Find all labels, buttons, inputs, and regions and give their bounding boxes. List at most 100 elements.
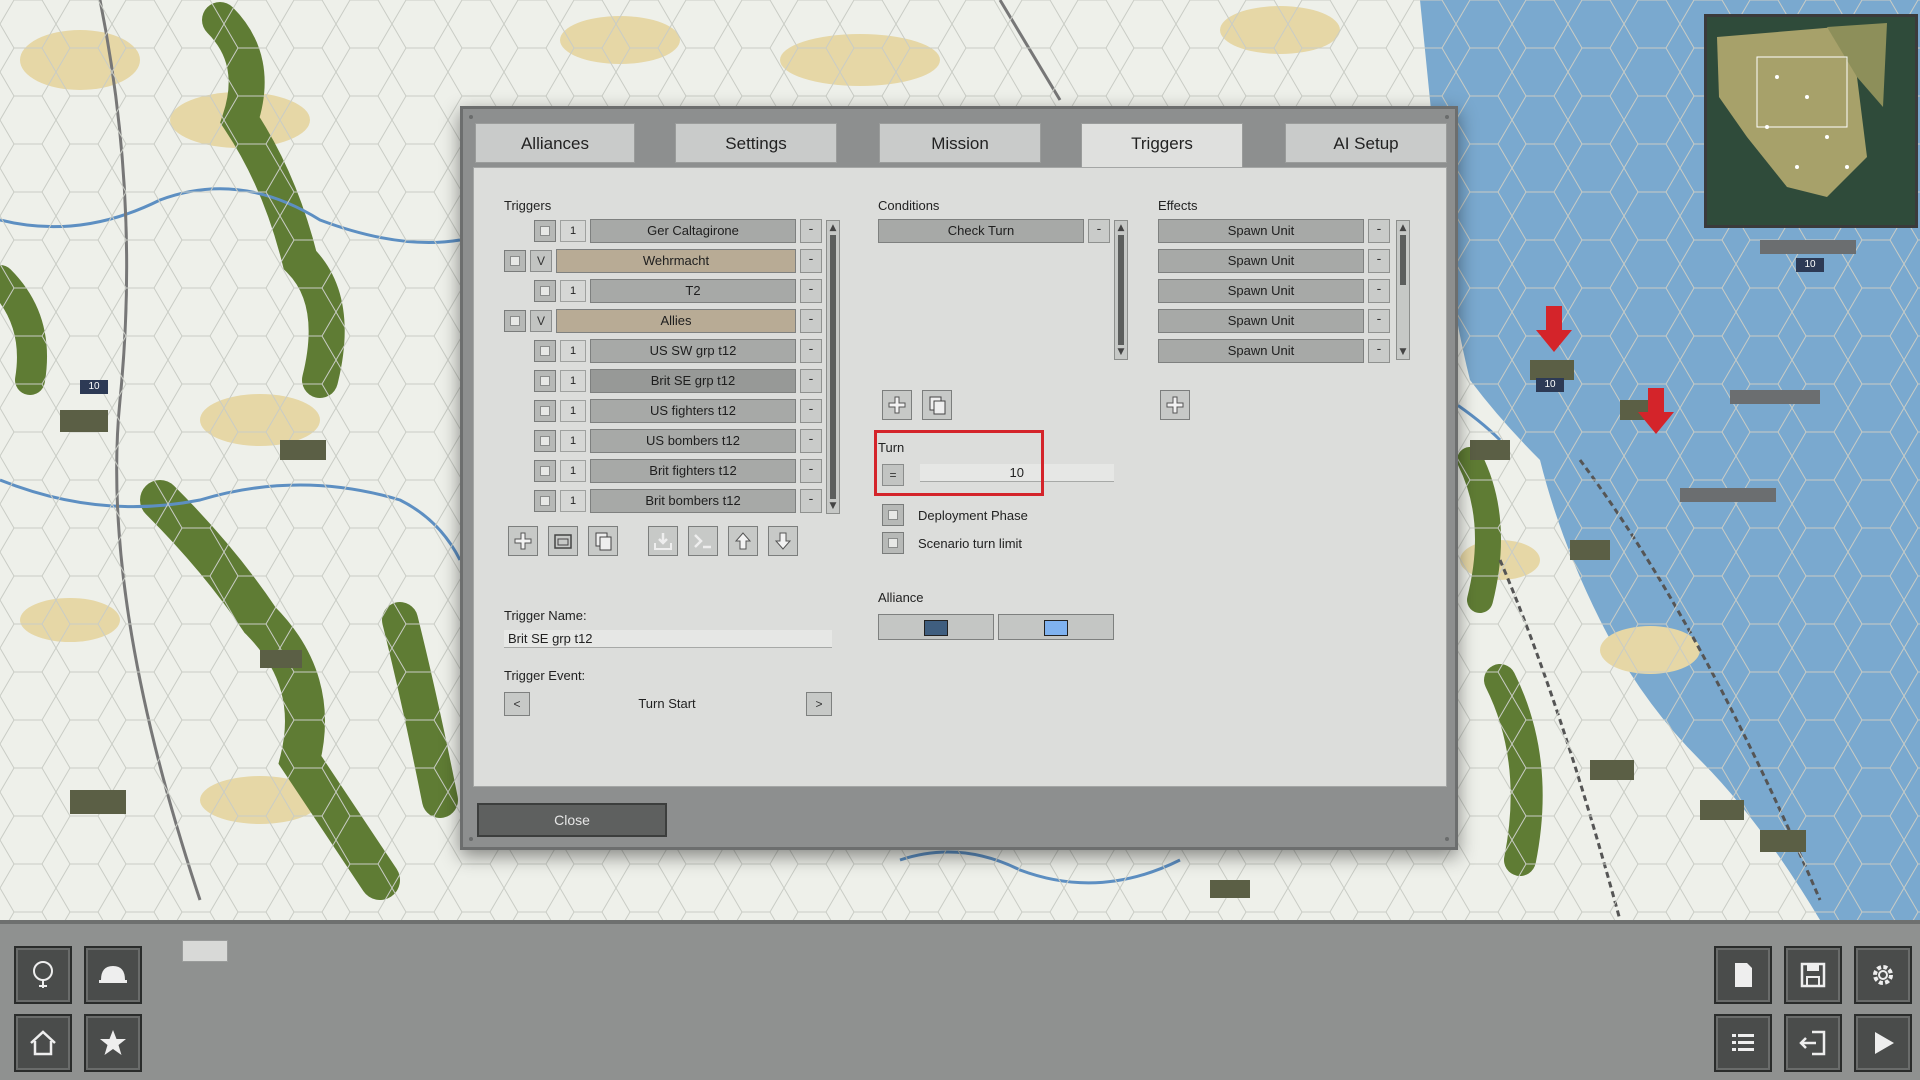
remove-trigger-button[interactable]: -	[800, 279, 822, 303]
copy-icon	[595, 532, 612, 551]
group-checkbox[interactable]	[504, 310, 526, 332]
minimap[interactable]	[1704, 14, 1918, 228]
trigger-name-button[interactable]: T2	[590, 279, 796, 303]
trigger-checkbox[interactable]	[534, 280, 556, 302]
rivet	[1445, 115, 1449, 119]
list-button[interactable]	[1714, 1014, 1772, 1072]
exit-button[interactable]	[1784, 1014, 1842, 1072]
save-button[interactable]	[1784, 946, 1842, 1004]
trigger-name-button[interactable]: Ger Caltagirone	[590, 219, 796, 243]
effect-spawn-unit[interactable]: Spawn Unit	[1158, 309, 1364, 333]
condition-check-turn[interactable]: Check Turn	[878, 219, 1084, 243]
trigger-group-name[interactable]: Wehrmacht	[556, 249, 796, 273]
scroll-thumb[interactable]	[1400, 235, 1406, 285]
trigger-checkbox[interactable]	[534, 340, 556, 362]
terrain-button[interactable]	[14, 946, 72, 1004]
effect-spawn-unit[interactable]: Spawn Unit	[1158, 249, 1364, 273]
trigger-name-button[interactable]: Brit SE grp t12	[590, 369, 796, 393]
add-trigger-button[interactable]	[508, 526, 538, 556]
trigger-name-button[interactable]: US bombers t12	[590, 429, 796, 453]
trigger-folder-button[interactable]	[548, 526, 578, 556]
tab-mission[interactable]: Mission	[879, 123, 1041, 163]
trigger-list-scrollbar[interactable]: ▲ ▼	[826, 220, 840, 514]
remove-trigger-button[interactable]: -	[800, 429, 822, 453]
deployment-phase-checkbox[interactable]	[882, 504, 904, 526]
trigger-event-next-button[interactable]: >	[806, 692, 832, 716]
conditions-scrollbar[interactable]: ▲ ▼	[1114, 220, 1128, 360]
scroll-down-icon[interactable]: ▼	[828, 501, 838, 511]
trigger-name-button[interactable]: Brit bombers t12	[590, 489, 796, 513]
notes-button[interactable]	[1714, 946, 1772, 1004]
home-button[interactable]	[14, 1014, 72, 1072]
scroll-up-icon[interactable]: ▲	[1116, 223, 1126, 233]
rivet	[469, 837, 473, 841]
objectives-button[interactable]	[84, 1014, 142, 1072]
remove-trigger-button[interactable]: -	[800, 219, 822, 243]
trigger-name-button[interactable]: US SW grp t12	[590, 339, 796, 363]
list-icon	[1732, 1034, 1754, 1051]
trigger-count: 1	[560, 220, 586, 242]
group-expand-button[interactable]: V	[530, 310, 552, 332]
trigger-checkbox[interactable]	[534, 490, 556, 512]
remove-trigger-button[interactable]: -	[800, 339, 822, 363]
remove-trigger-button[interactable]: -	[800, 399, 822, 423]
trigger-checkbox[interactable]	[534, 220, 556, 242]
trigger-checkbox[interactable]	[534, 430, 556, 452]
trigger-checkbox[interactable]	[534, 460, 556, 482]
scroll-thumb[interactable]	[830, 235, 836, 499]
bottom-toolbar	[0, 920, 1920, 1080]
trigger-checkbox[interactable]	[534, 400, 556, 422]
remove-trigger-button[interactable]: -	[800, 489, 822, 513]
tab-settings[interactable]: Settings	[675, 123, 837, 163]
scroll-up-icon[interactable]: ▲	[828, 223, 838, 233]
units-button[interactable]	[84, 946, 142, 1004]
add-effect-button[interactable]	[1160, 390, 1190, 420]
scenario-turn-limit-checkbox[interactable]	[882, 532, 904, 554]
remove-trigger-button[interactable]: -	[800, 369, 822, 393]
remove-effect-button[interactable]: -	[1368, 279, 1390, 303]
trigger-name-button[interactable]: US fighters t12	[590, 399, 796, 423]
add-condition-button[interactable]	[882, 390, 912, 420]
unit-strength-badge: 10	[80, 380, 108, 394]
remove-effect-button[interactable]: -	[1368, 249, 1390, 273]
effects-scrollbar[interactable]: ▲ ▼	[1396, 220, 1410, 360]
settings-button[interactable]	[1854, 946, 1912, 1004]
tab-alliances[interactable]: Alliances	[475, 123, 635, 163]
end-turn-button[interactable]	[1854, 1014, 1912, 1072]
group-expand-button[interactable]: V	[530, 250, 552, 272]
scroll-thumb[interactable]	[1118, 235, 1124, 345]
remove-trigger-button[interactable]: -	[800, 309, 822, 333]
alliance-allies-button[interactable]	[998, 614, 1114, 640]
trigger-name-field[interactable]: Brit SE grp t12	[504, 630, 832, 648]
group-checkbox[interactable]	[504, 250, 526, 272]
close-button[interactable]: Close	[477, 803, 667, 837]
move-up-button[interactable]	[728, 526, 758, 556]
import-trigger-button[interactable]	[648, 526, 678, 556]
remove-effect-button[interactable]: -	[1368, 219, 1390, 243]
effect-spawn-unit[interactable]: Spawn Unit	[1158, 219, 1364, 243]
trigger-count: 1	[560, 340, 586, 362]
scroll-down-icon[interactable]: ▼	[1398, 347, 1408, 357]
scroll-up-icon[interactable]: ▲	[1398, 223, 1408, 233]
alliance-axis-button[interactable]	[878, 614, 994, 640]
trigger-group-name[interactable]: Allies	[556, 309, 796, 333]
copy-condition-button[interactable]	[922, 390, 952, 420]
copy-trigger-button[interactable]	[588, 526, 618, 556]
trigger-event-value: Turn Start	[638, 696, 696, 711]
scroll-down-icon[interactable]: ▼	[1116, 347, 1126, 357]
remove-effect-button[interactable]: -	[1368, 339, 1390, 363]
trigger-name-button[interactable]: Brit fighters t12	[590, 459, 796, 483]
remove-condition-button[interactable]: -	[1088, 219, 1110, 243]
trigger-event-prev-button[interactable]: <	[504, 692, 530, 716]
remove-trigger-button[interactable]: -	[800, 459, 822, 483]
remove-effect-button[interactable]: -	[1368, 309, 1390, 333]
effect-spawn-unit[interactable]: Spawn Unit	[1158, 339, 1364, 363]
tab-ai-setup[interactable]: AI Setup	[1285, 123, 1447, 163]
remove-trigger-button[interactable]: -	[800, 249, 822, 273]
effect-spawn-unit[interactable]: Spawn Unit	[1158, 279, 1364, 303]
move-down-button[interactable]	[768, 526, 798, 556]
trigger-checkbox[interactable]	[534, 370, 556, 392]
console-button[interactable]	[688, 526, 718, 556]
rivet	[469, 115, 473, 119]
tab-triggers[interactable]: Triggers	[1081, 123, 1243, 169]
